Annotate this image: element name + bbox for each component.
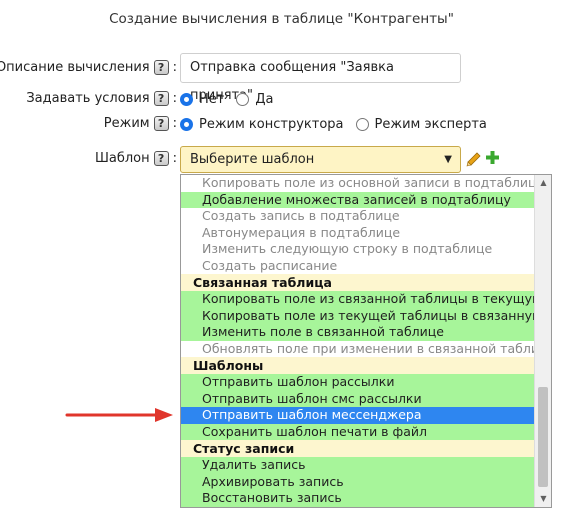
dropdown-option[interactable]: Добавление множества записей в подтаблиц… bbox=[181, 191, 534, 208]
help-icon[interactable]: ? bbox=[153, 151, 169, 166]
description-input[interactable]: Отправка сообщения "Заявка принята" bbox=[180, 53, 461, 103]
description-label-row: Описание вычисления ? : bbox=[0, 60, 177, 75]
colon: : bbox=[172, 60, 177, 75]
mode-option-expert[interactable]: Режим эксперта bbox=[355, 117, 487, 132]
dropdown-option-selected[interactable]: Отправить шаблон мессенджера bbox=[181, 407, 534, 424]
conditions-radio-group: Нет Да bbox=[180, 92, 285, 107]
mode-option-expert-label: Режим эксперта bbox=[374, 117, 487, 132]
plus-icon[interactable] bbox=[485, 150, 500, 165]
dropdown-group-header: Статус записи bbox=[181, 440, 534, 457]
conditions-option-no-label: Нет bbox=[199, 92, 225, 107]
colon: : bbox=[172, 151, 177, 166]
colon: : bbox=[172, 91, 177, 106]
dropdown-option[interactable]: Копировать поле из текущей таблицы в свя… bbox=[181, 307, 534, 324]
dropdown-option[interactable]: Создать расписание bbox=[181, 257, 534, 274]
conditions-label: Задавать условия bbox=[26, 91, 150, 106]
dropdown-option[interactable]: Сохранить шаблон печати в файл bbox=[181, 423, 534, 440]
dropdown-group-header: Шаблоны bbox=[181, 357, 534, 374]
pencil-icon[interactable] bbox=[465, 150, 482, 167]
dropdown-option[interactable]: Изменить поле в связанной таблице bbox=[181, 324, 534, 341]
radio-unchecked-icon[interactable] bbox=[355, 118, 369, 131]
help-icon[interactable]: ? bbox=[153, 60, 169, 75]
mode-label: Режим bbox=[103, 116, 150, 131]
dropdown-option[interactable]: Обновлять поле при изменении в связанной… bbox=[181, 340, 534, 357]
dropdown-group-header: Связанная таблица bbox=[181, 274, 534, 291]
dropdown-options: Копировать поле из основной записи в под… bbox=[181, 175, 534, 507]
dropdown-option[interactable]: Отправить шаблон рассылки bbox=[181, 374, 534, 391]
colon: : bbox=[172, 116, 177, 131]
dropdown-scrollbar[interactable]: ▲ ▼ bbox=[534, 175, 551, 507]
conditions-label-row: Задавать условия ? : bbox=[26, 91, 177, 106]
help-icon[interactable]: ? bbox=[153, 91, 169, 106]
template-label: Шаблон bbox=[94, 151, 150, 166]
template-select-value: Выберите шаблон bbox=[190, 152, 315, 167]
scroll-down-icon[interactable]: ▼ bbox=[535, 491, 551, 507]
dropdown-option[interactable]: Копировать поле из связанной таблицы в т… bbox=[181, 291, 534, 308]
radio-checked-icon[interactable] bbox=[180, 93, 193, 106]
scroll-up-icon[interactable]: ▲ bbox=[535, 175, 551, 191]
chevron-down-icon: ▼ bbox=[444, 154, 452, 165]
dropdown-option[interactable]: Копировать поле из основной записи в под… bbox=[181, 175, 534, 192]
dropdown-option[interactable]: Изменить следующую строку в подтаблице bbox=[181, 241, 534, 258]
dropdown-option[interactable]: Удалить запись bbox=[181, 457, 534, 474]
dropdown-option[interactable]: Архивировать запись bbox=[181, 473, 534, 490]
red-arrow-annotation bbox=[65, 408, 173, 422]
mode-option-constructor[interactable]: Режим конструктора bbox=[180, 117, 344, 132]
conditions-option-yes[interactable]: Да bbox=[236, 92, 273, 107]
scrollbar-thumb[interactable] bbox=[538, 387, 548, 487]
radio-checked-icon[interactable] bbox=[180, 118, 193, 131]
conditions-option-yes-label: Да bbox=[255, 92, 274, 107]
conditions-option-no[interactable]: Нет bbox=[180, 92, 224, 107]
mode-label-row: Режим ? : bbox=[104, 116, 177, 131]
dropdown-option[interactable]: Восстановить запись bbox=[181, 490, 534, 507]
dropdown-option[interactable]: Отправить шаблон смс рассылки bbox=[181, 390, 534, 407]
radio-unchecked-icon[interactable] bbox=[236, 93, 250, 106]
template-label-row: Шаблон ? : bbox=[95, 151, 177, 166]
template-dropdown-list[interactable]: Копировать поле из основной записи в под… bbox=[180, 174, 552, 508]
mode-option-constructor-label: Режим конструктора bbox=[199, 117, 344, 132]
dropdown-option[interactable]: Создать запись в подтаблице bbox=[181, 208, 534, 225]
mode-radio-group: Режим конструктора Режим эксперта bbox=[180, 117, 499, 132]
template-select[interactable]: Выберите шаблон ▼ bbox=[180, 146, 461, 173]
dropdown-option[interactable]: Автонумерация в подтаблице bbox=[181, 224, 534, 241]
description-label: Описание вычисления bbox=[0, 60, 150, 75]
dialog-title: Создание вычисления в таблице "Контраген… bbox=[109, 11, 454, 27]
help-icon[interactable]: ? bbox=[153, 116, 169, 131]
